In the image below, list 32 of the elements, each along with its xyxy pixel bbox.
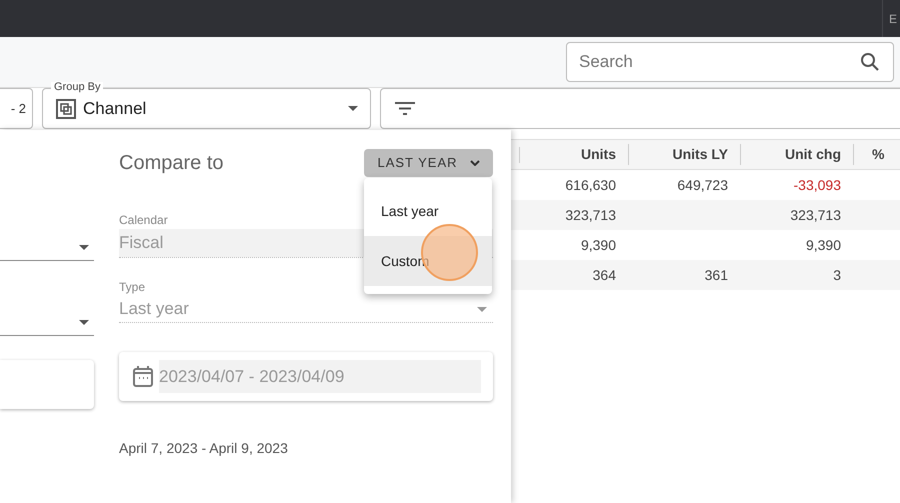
- chevron-icon: [470, 160, 480, 166]
- caret-icon: [79, 320, 89, 325]
- table-cell: -33,093: [794, 176, 841, 192]
- caret-icon: [348, 106, 358, 111]
- compare-mode-button[interactable]: LAST YEAR: [364, 149, 493, 177]
- panel-title: Compare to: [119, 151, 224, 176]
- table-cell: 9,390: [580, 236, 616, 252]
- date-field[interactable]: - 2: [0, 88, 33, 129]
- field-label: Group By: [51, 82, 104, 93]
- table-cell: 9,390: [806, 236, 841, 252]
- table-cell: 616,630: [565, 176, 616, 192]
- menu-item[interactable]: Last year: [364, 186, 492, 236]
- date-range-summary: April 7, 2023 - April 9, 2023: [119, 439, 289, 458]
- table-cell: 649,723: [677, 176, 728, 192]
- caret-icon: [477, 306, 487, 312]
- table-cell: 323,713: [790, 206, 841, 222]
- table-cell: 323,713: [565, 206, 616, 222]
- search-field[interactable]: Search: [566, 42, 894, 82]
- filter-icon: [395, 102, 415, 115]
- column-header[interactable]: Units LY: [629, 144, 741, 165]
- search-icon[interactable]: [860, 52, 880, 72]
- table-cell: 3: [833, 266, 841, 282]
- top-bar-text: E: [889, 10, 898, 28]
- caret-icon: [79, 245, 89, 250]
- table-cell: 364: [592, 266, 616, 282]
- filter-field[interactable]: [380, 88, 900, 129]
- calendar-icon: [133, 366, 153, 387]
- column-header[interactable]: Unit chg: [741, 144, 854, 165]
- group-icon: [55, 98, 77, 120]
- table-cell: 361: [704, 266, 728, 282]
- column-header[interactable]: %: [854, 144, 899, 165]
- column-header[interactable]: Units: [520, 144, 629, 165]
